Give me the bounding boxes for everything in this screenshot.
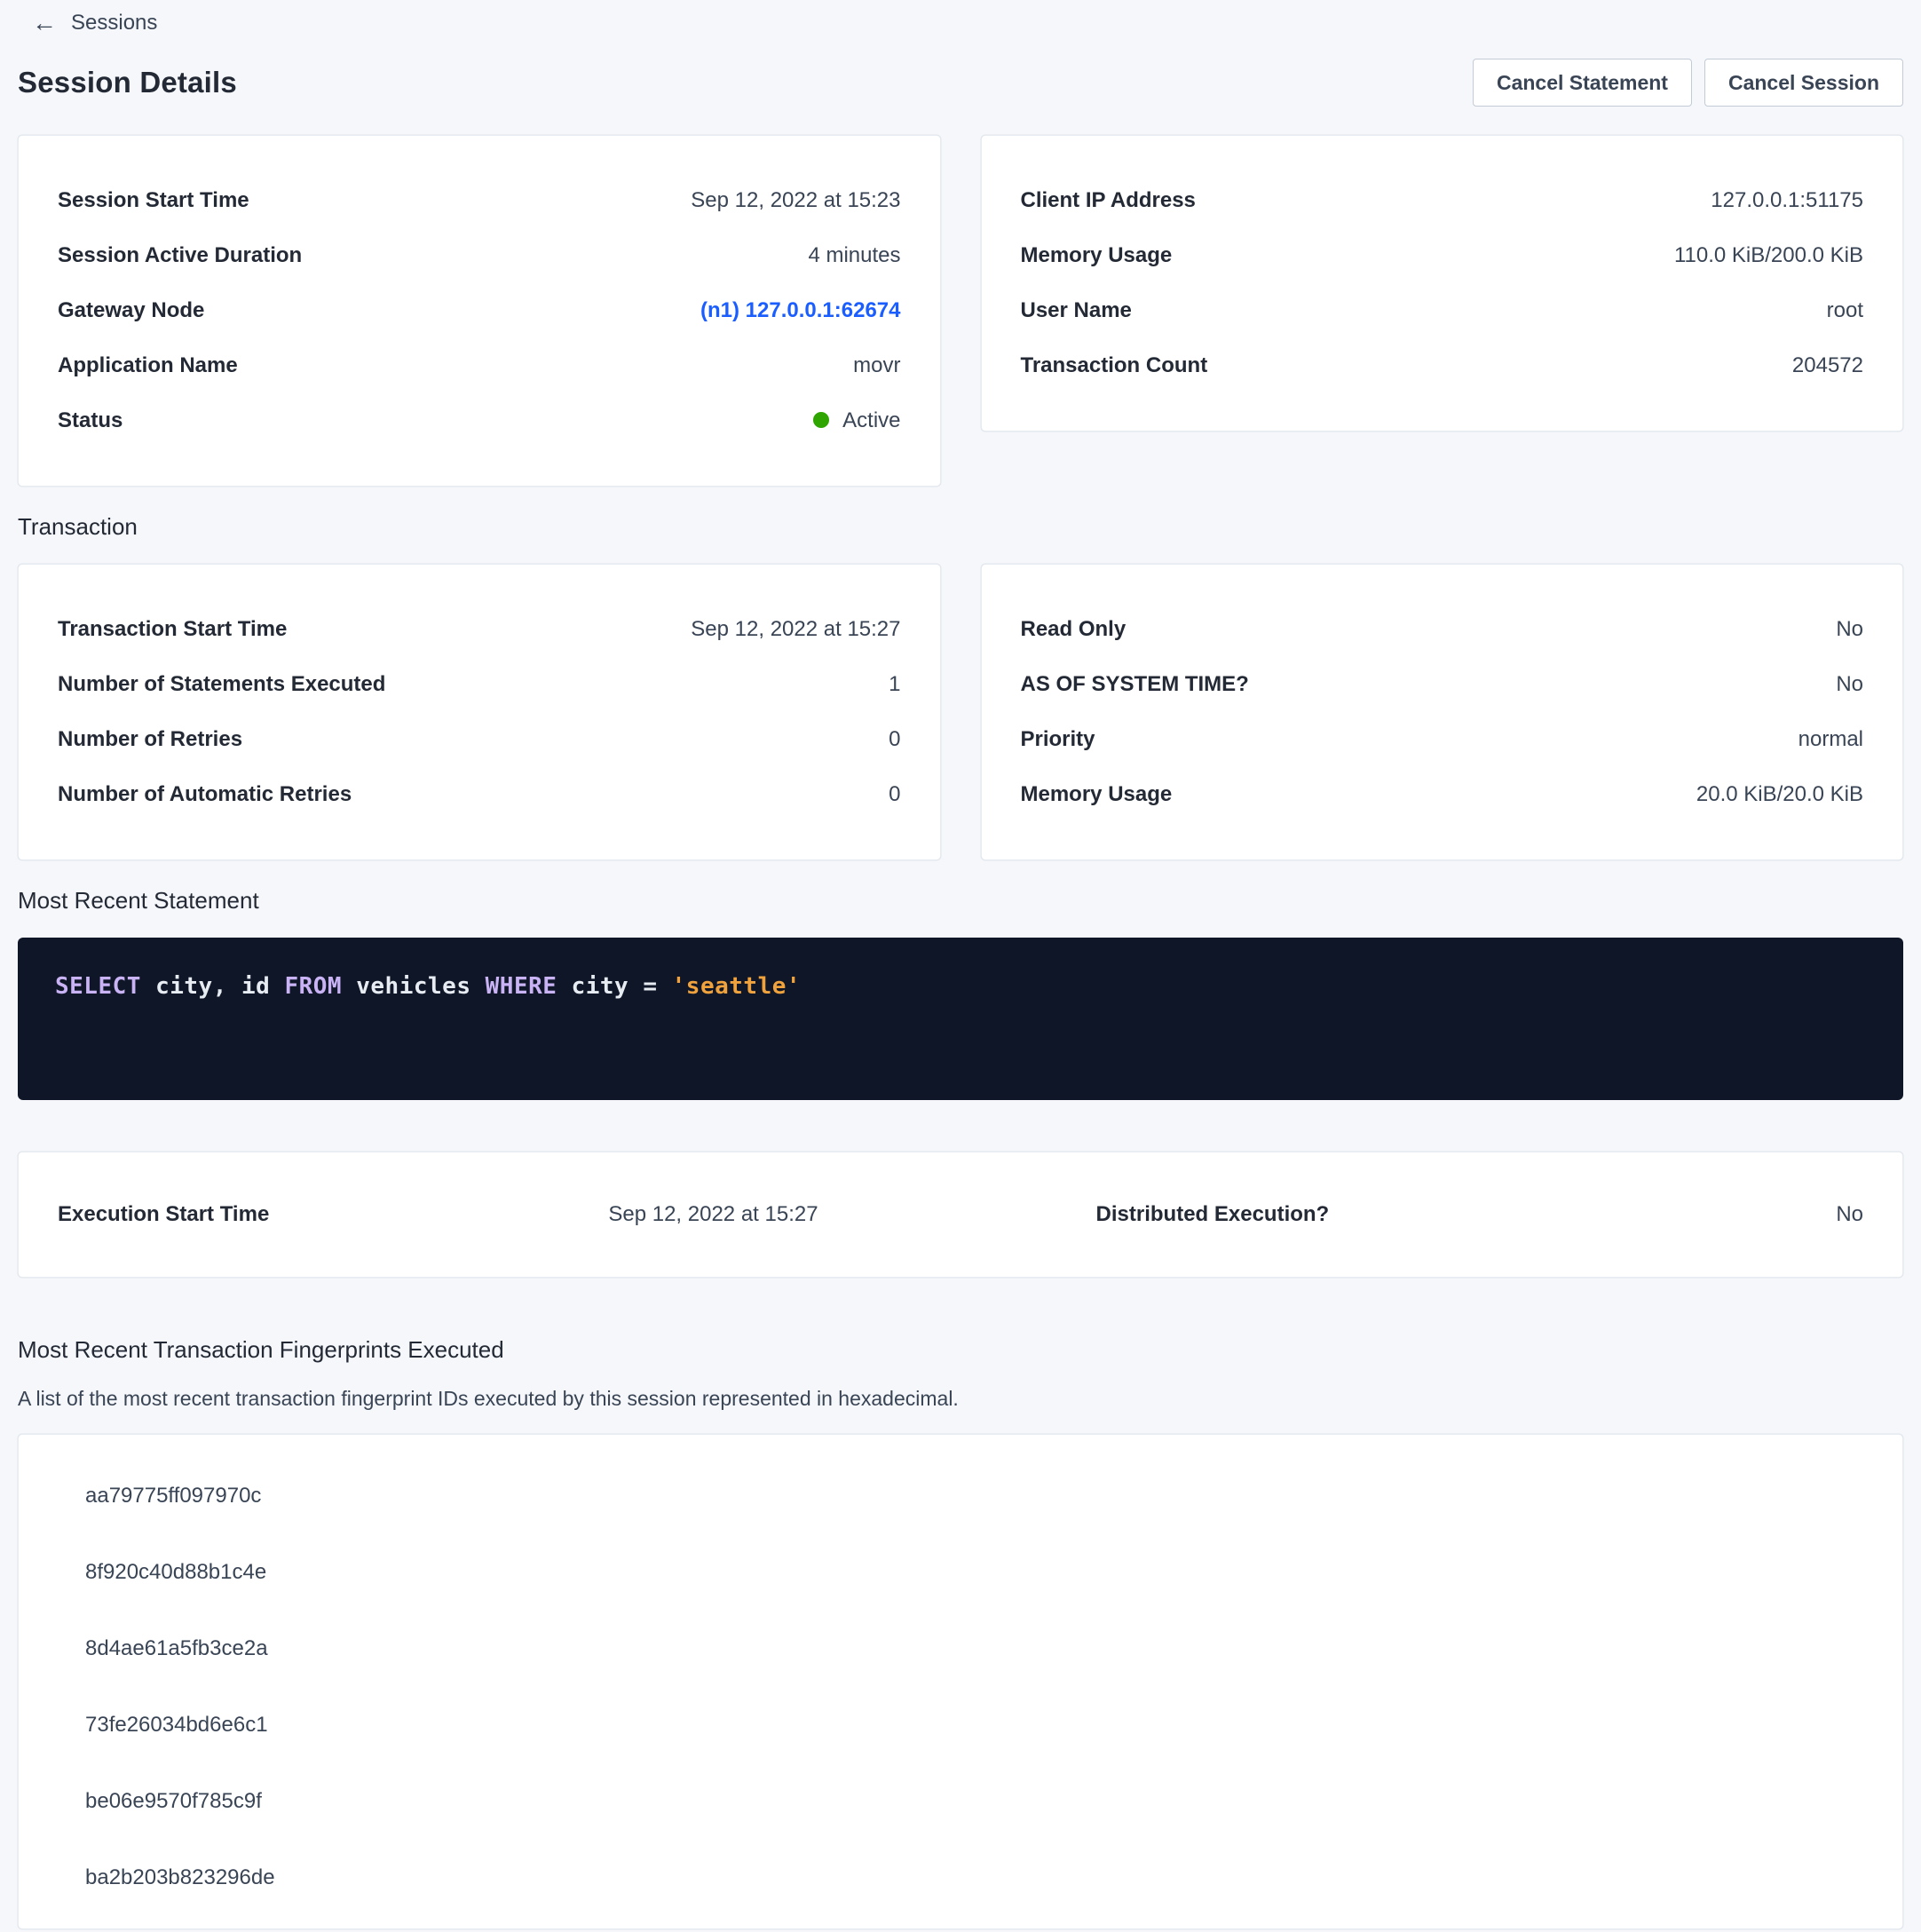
breadcrumb-label: Sessions [71, 11, 157, 36]
info-row-label: Session Start Time [58, 188, 249, 213]
session-summary-card-left: Session Start Time Sep 12, 2022 at 15:23… [18, 135, 941, 487]
info-row: User Name root [1021, 283, 1864, 338]
back-arrow-icon: ← [32, 11, 57, 36]
info-row: Client IP Address 127.0.0.1:51175 [1021, 173, 1864, 228]
info-row: Session Start Time Sep 12, 2022 at 15:23 [58, 173, 901, 228]
transaction-card-left: Transaction Start Time Sep 12, 2022 at 1… [18, 564, 941, 860]
info-row-label: Read Only [1021, 617, 1127, 642]
info-row: Number of Automatic Retries 0 [58, 767, 901, 822]
info-row: Gateway Node (n1) 127.0.0.1:62674 [58, 283, 901, 338]
info-row: Transaction Start Time Sep 12, 2022 at 1… [58, 602, 901, 657]
sql-token-plain: city, id [141, 973, 285, 1000]
sql-statement-box: SELECT city, id FROM vehicles WHERE city… [18, 938, 1903, 1100]
info-row: Application Name movr [58, 338, 901, 393]
info-row-label: Client IP Address [1021, 188, 1196, 213]
info-row-value: normal [1798, 727, 1863, 752]
sql-token-plain: city = [557, 973, 671, 1000]
info-row-label: Transaction Start Time [58, 617, 287, 642]
fingerprints-description: A list of the most recent transaction fi… [18, 1387, 1903, 1411]
session-summary-card-right: Client IP Address 127.0.0.1:51175 Memory… [981, 135, 1904, 432]
info-row: Memory Usage 20.0 KiB/20.0 KiB [1021, 767, 1864, 822]
sql-token-keyword: WHERE [486, 973, 557, 1000]
info-row-value: root [1827, 298, 1863, 323]
distributed-execution-label: Distributed Execution? [1096, 1202, 1593, 1227]
fingerprint-list-item: be06e9570f785c9f [56, 1763, 1865, 1840]
info-row-value: 110.0 KiB/200.0 KiB [1674, 243, 1863, 268]
info-row-label: Number of Statements Executed [58, 672, 385, 697]
info-row-value: 127.0.0.1:51175 [1711, 188, 1863, 213]
info-row-value: (n1) 127.0.0.1:62674 [700, 298, 900, 323]
info-row: Priority normal [1021, 712, 1864, 767]
fingerprints-card: aa79775ff097970c 8f920c40d88b1c4e 8d4ae6… [18, 1434, 1903, 1929]
info-row-value: 0 [889, 727, 900, 752]
execution-start-time-value: Sep 12, 2022 at 15:27 [608, 1202, 1095, 1227]
info-row-label: Memory Usage [1021, 782, 1173, 807]
sql-token-keyword: FROM [284, 973, 342, 1000]
execution-start-time-label: Execution Start Time [58, 1202, 608, 1227]
execution-details-card: Execution Start Time Sep 12, 2022 at 15:… [18, 1152, 1903, 1278]
cancel-session-button[interactable]: Cancel Session [1704, 59, 1903, 107]
info-row-label: Status [58, 408, 123, 433]
page-title: Session Details [18, 66, 237, 99]
title-row: Session Details Cancel Statement Cancel … [18, 59, 1903, 107]
fingerprint-list-item: 73fe26034bd6e6c1 [56, 1687, 1865, 1763]
transaction-cards: Transaction Start Time Sep 12, 2022 at 1… [18, 564, 1903, 860]
info-row-value: No [1836, 672, 1863, 697]
distributed-execution-value: No [1836, 1202, 1863, 1227]
info-row: AS OF SYSTEM TIME? No [1021, 657, 1864, 712]
cancel-statement-button[interactable]: Cancel Statement [1473, 59, 1692, 107]
info-row-value: movr [853, 353, 900, 378]
fingerprint-list-item: aa79775ff097970c [56, 1458, 1865, 1534]
info-row-value: 0 [889, 782, 900, 807]
info-row-label: Gateway Node [58, 298, 204, 323]
transaction-card-right: Read Only No AS OF SYSTEM TIME? No Prior… [981, 564, 1904, 860]
info-row-label: Number of Retries [58, 727, 242, 752]
info-row-label: Session Active Duration [58, 243, 302, 268]
gateway-node-link[interactable]: (n1) 127.0.0.1:62674 [700, 298, 900, 322]
info-row: Transaction Count 204572 [1021, 338, 1864, 393]
info-row-label: Memory Usage [1021, 243, 1173, 268]
transaction-section-heading: Transaction [18, 513, 1903, 541]
info-row-value: 1 [889, 672, 900, 697]
status-active-dot-icon [813, 412, 829, 428]
session-details-page: ← Sessions Session Details Cancel Statem… [0, 0, 1921, 1929]
info-row: Read Only No [1021, 602, 1864, 657]
info-row-value: Sep 12, 2022 at 15:23 [691, 188, 900, 213]
sql-statement-code: SELECT city, id FROM vehicles WHERE city… [55, 973, 801, 1000]
info-row: Number of Retries 0 [58, 712, 901, 767]
fingerprint-list-item: ba2b203b823296de [56, 1840, 1865, 1916]
header-actions: Cancel Statement Cancel Session [1473, 59, 1903, 107]
info-row: Number of Statements Executed 1 [58, 657, 901, 712]
info-row-value: 20.0 KiB/20.0 KiB [1696, 782, 1863, 807]
fingerprint-list-item: 8f920c40d88b1c4e [56, 1534, 1865, 1611]
info-row-value: No [1836, 617, 1863, 642]
sql-token-string: 'seattle' [672, 973, 801, 1000]
fingerprint-list-item: 8d4ae61a5fb3ce2a [56, 1611, 1865, 1687]
info-row: Session Active Duration 4 minutes [58, 228, 901, 283]
info-row: Status Active [58, 393, 901, 448]
statement-section-heading: Most Recent Statement [18, 887, 1903, 915]
sql-token-keyword: SELECT [55, 973, 141, 1000]
info-row-label: Priority [1021, 727, 1095, 752]
info-row-value: 4 minutes [808, 243, 900, 268]
breadcrumb-back-sessions[interactable]: ← Sessions [32, 11, 157, 36]
session-summary-cards: Session Start Time Sep 12, 2022 at 15:23… [18, 135, 1903, 487]
info-row-value: 204572 [1792, 353, 1863, 378]
info-row-label: Application Name [58, 353, 238, 378]
info-row-label: Transaction Count [1021, 353, 1208, 378]
info-row: Memory Usage 110.0 KiB/200.0 KiB [1021, 228, 1864, 283]
info-row-label: AS OF SYSTEM TIME? [1021, 672, 1249, 697]
fingerprints-section-heading: Most Recent Transaction Fingerprints Exe… [18, 1336, 1903, 1364]
info-row-value: Sep 12, 2022 at 15:27 [691, 617, 900, 642]
info-row-value: Active [813, 408, 900, 433]
info-row-label: User Name [1021, 298, 1132, 323]
info-row-label: Number of Automatic Retries [58, 782, 352, 807]
sql-token-plain: vehicles [342, 973, 486, 1000]
